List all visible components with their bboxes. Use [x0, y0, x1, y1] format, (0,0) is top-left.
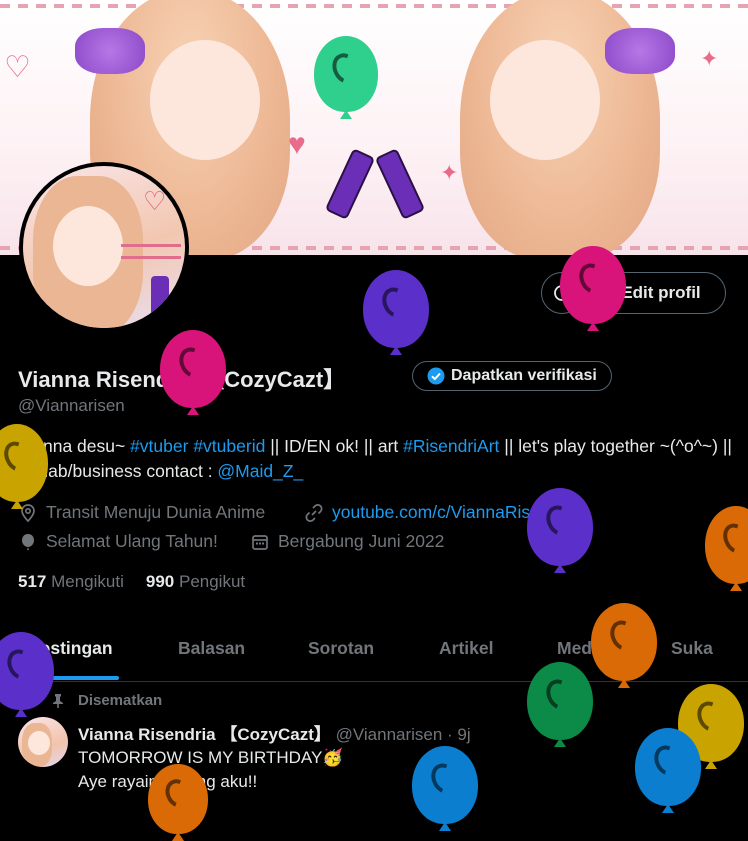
profile-handle: @Viannarisen [18, 396, 125, 415]
birthday-balloon[interactable] [635, 728, 701, 813]
birthday-balloon[interactable] [160, 330, 226, 415]
tweet-text-line: TOMORROW IS MY BIRTHDAY🥳 [78, 748, 344, 767]
following-count: 517 [18, 572, 47, 591]
joined-text: Bergabung Juni 2022 [278, 531, 445, 551]
birthday-balloon[interactable] [705, 506, 748, 591]
birthday-balloon[interactable] [560, 246, 626, 331]
tweet-author-name[interactable]: Vianna Risendria 【CozyCazt】 [78, 725, 331, 744]
banner-border-top [0, 4, 748, 8]
banner-balloon [314, 36, 378, 119]
banner-heart-icon: ♡ [4, 51, 31, 84]
tweet-text: TOMORROW IS MY BIRTHDAY🥳 Aye rayain bare… [78, 746, 343, 794]
following-label: Mengikuti [51, 572, 124, 591]
mention-link[interactable]: @Maid_Z_ [217, 461, 303, 481]
tab-suka[interactable]: Suka [671, 638, 713, 659]
link-icon [305, 503, 323, 522]
hashtag-link[interactable]: #vtuber [130, 436, 188, 456]
profile-joined: Bergabung Juni 2022 [250, 531, 444, 552]
tab-sorotan[interactable]: Sorotan [308, 638, 374, 659]
hashtag-link[interactable]: #vtuberid [193, 436, 265, 456]
followers-label: Pengikut [178, 572, 246, 591]
profile-avatar[interactable]: ♡ [19, 162, 189, 332]
bio-text: || ID/EN ok! || art [265, 436, 404, 456]
birthday-balloon[interactable] [527, 662, 593, 747]
birthday-balloon[interactable] [591, 603, 657, 688]
tweet-text-line: Aye rayain bareng aku!! [78, 772, 258, 791]
tweet-author-avatar[interactable] [18, 717, 68, 767]
banner-phone-right [374, 148, 426, 220]
birthday-balloon[interactable] [527, 488, 593, 573]
pinned-indicator: Disematkan [50, 692, 162, 709]
birthday-text: Selamat Ulang Tahun! [46, 531, 218, 551]
follow-stats: 517 Mengikuti 990 Pengikut [18, 572, 245, 592]
birthday-balloon[interactable] [412, 746, 478, 831]
banner-face-right [490, 40, 600, 160]
pin-icon [53, 693, 63, 708]
banner-face-left [150, 40, 260, 160]
tab-artikel[interactable]: Artikel [439, 638, 493, 659]
profile-birthday: Selamat Ulang Tahun! [18, 531, 218, 552]
banner-bow-left [75, 28, 145, 74]
banner-sparkle-icon: ✦ [440, 160, 459, 185]
location-text: Transit Menuju Dunia Anime [46, 502, 266, 522]
banner-bow-right [605, 28, 675, 74]
banner-heart-icon: ♥ [288, 128, 306, 161]
following-link[interactable]: 517 Mengikuti [18, 572, 124, 592]
tweet-header: Vianna Risendria 【CozyCazt】 @Viannarisen… [78, 720, 471, 745]
banner-phone-left [324, 148, 376, 220]
followers-link[interactable]: 990 Pengikut [146, 572, 245, 592]
get-verified-label: Dapatkan verifikasi [451, 367, 597, 384]
avatar-image: ♡ [23, 166, 185, 328]
verified-badge-icon [427, 367, 445, 385]
pinned-label: Disematkan [78, 692, 163, 709]
hashtag-link[interactable]: #RisendriArt [403, 436, 499, 456]
get-verified-button[interactable]: Dapatkan verifikasi [412, 361, 612, 391]
banner-sparkle-icon: ✦ [700, 46, 719, 71]
tab-balasan[interactable]: Balasan [178, 638, 245, 659]
profile-location: Transit Menuju Dunia Anime [18, 502, 265, 523]
balloon-icon [22, 533, 34, 550]
profile-bio: Vianna desu~ #vtuber #vtuberid || ID/EN … [18, 434, 733, 484]
tweet-handle-time[interactable]: @Viannarisen · 9j [336, 725, 471, 744]
calendar-icon [252, 534, 268, 550]
birthday-balloon[interactable] [148, 764, 208, 841]
birthday-balloon[interactable] [363, 270, 429, 355]
followers-count: 990 [145, 572, 175, 591]
